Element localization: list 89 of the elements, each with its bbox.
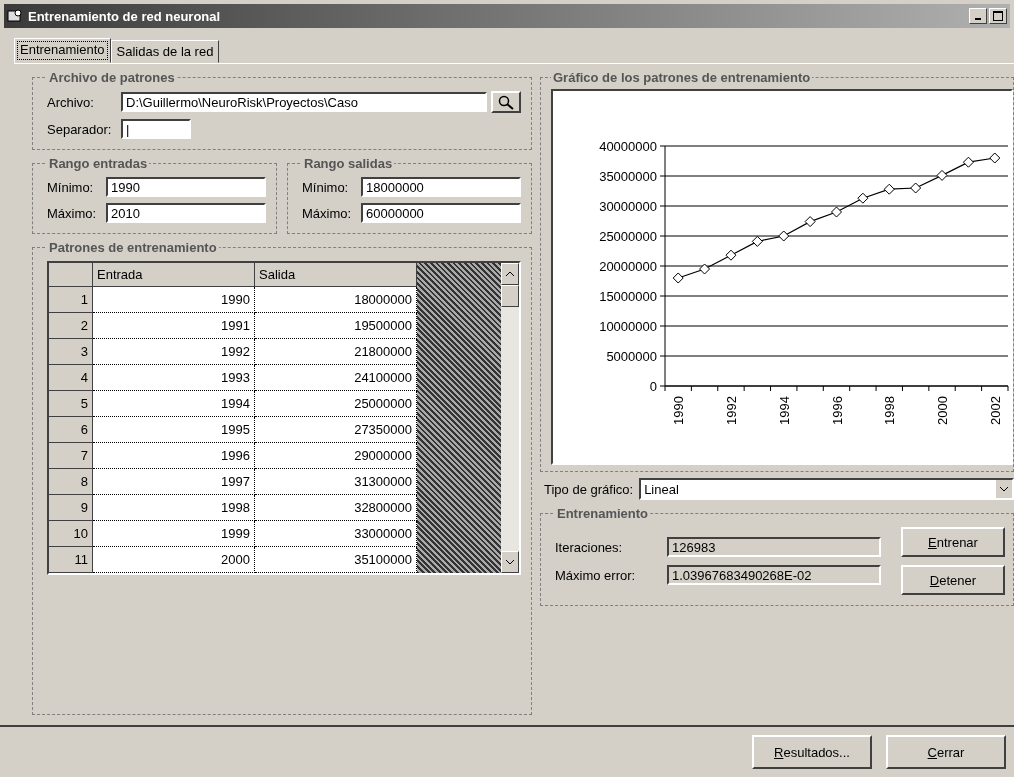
maximize-button[interactable]: [989, 8, 1007, 24]
separator-field[interactable]: |: [121, 119, 191, 139]
table-cell: 1997: [93, 469, 255, 495]
row-header[interactable]: 4: [49, 365, 93, 391]
field-label: Máximo error:: [555, 567, 637, 583]
table-cell: 1990: [93, 287, 255, 313]
minimize-icon: [975, 18, 981, 20]
group-title: Patrones de entrenamiento: [48, 240, 218, 255]
maximum-field[interactable]: 60000000: [361, 203, 521, 223]
tab[interactable]: Salidas de la red: [110, 40, 220, 63]
table-cell: 1994: [93, 391, 255, 417]
y-axis-label: 40000000: [599, 139, 657, 154]
row-header[interactable]: 3: [49, 339, 93, 365]
row-header[interactable]: 11: [49, 547, 93, 573]
minimum-field[interactable]: 1990: [106, 177, 266, 197]
x-axis-label: 1996: [829, 396, 845, 425]
row-header[interactable]: 9: [49, 495, 93, 521]
field-label: Archivo:: [47, 94, 95, 110]
group-title: Rango salidas: [303, 156, 394, 171]
row-header[interactable]: 6: [49, 417, 93, 443]
table-cell: 1996: [93, 443, 255, 469]
field-label: Máximo:: [47, 205, 98, 221]
file-path-field[interactable]: D:\Guillermo\NeuroRisk\Proyectos\Caso: [121, 92, 487, 112]
chart-type-dropdown[interactable]: Lineal: [639, 478, 1014, 500]
column-header[interactable]: Salida: [255, 263, 417, 287]
data-point: [672, 272, 684, 284]
table-cell: 1995: [93, 417, 255, 443]
row-header[interactable]: 5: [49, 391, 93, 417]
y-axis-label: 20000000: [599, 259, 657, 274]
row-header[interactable]: 8: [49, 469, 93, 495]
y-axis-label: 15000000: [599, 289, 657, 304]
x-axis-label: 1992: [723, 396, 739, 425]
x-axis-label: 1990: [671, 396, 687, 425]
field-label: Máximo:: [302, 205, 353, 221]
y-axis-label: 25000000: [599, 229, 657, 244]
data-point: [989, 152, 1001, 164]
x-axis-label: 2002: [987, 396, 1003, 425]
field-label: Tipo de gráfico:: [544, 481, 634, 497]
column-header[interactable]: Entrada: [93, 263, 255, 287]
data-point: [910, 182, 922, 194]
y-axis-label: 35000000: [599, 169, 657, 184]
group-title: Entrenamiento: [556, 506, 649, 521]
data-point: [725, 249, 737, 261]
field-label: Mínimo:: [302, 179, 350, 195]
window-title: Entrenamiento de red neuronal: [28, 8, 221, 24]
max-error-field[interactable]: 1.03967683490268E-02: [667, 565, 881, 585]
field-label: Separador:: [47, 121, 113, 137]
browse-icon: [497, 94, 515, 110]
group-title: Rango entradas: [48, 156, 149, 171]
scroll-down-icon: [505, 559, 515, 565]
field-label: Iteraciones:: [555, 539, 624, 555]
y-axis-label: 30000000: [599, 199, 657, 214]
x-axis-label: 1998: [882, 396, 898, 425]
tab[interactable]: Entrenamiento: [14, 38, 111, 63]
scrollbar[interactable]: [501, 263, 519, 573]
y-axis-label: 10000000: [599, 319, 657, 334]
minimum-field[interactable]: 18000000: [361, 177, 521, 197]
iterations-field[interactable]: 126983: [667, 537, 881, 557]
minimize-button[interactable]: [969, 8, 987, 24]
x-axis-label: 2000: [935, 396, 951, 425]
row-header[interactable]: 2: [49, 313, 93, 339]
table-cell: 1999: [93, 521, 255, 547]
training-button[interactable]: Entrenar: [901, 527, 1005, 557]
y-axis-label: 5000000: [606, 349, 657, 364]
field-label: Mínimo:: [47, 179, 95, 195]
y-axis-label: 0: [649, 379, 657, 394]
footer-button[interactable]: Resultados...: [752, 735, 872, 769]
maximize-icon: [993, 11, 1003, 21]
table-cell: 1992: [93, 339, 255, 365]
data-point: [962, 156, 974, 168]
app-icon: [7, 8, 23, 24]
scroll-up-icon: [505, 271, 515, 277]
footer-button[interactable]: Cerrar: [886, 735, 1006, 769]
table-cell: 1998: [93, 495, 255, 521]
data-point: [883, 183, 895, 195]
table-cell: 2000: [93, 547, 255, 573]
browse-button[interactable]: [491, 91, 521, 113]
table-cell: 1991: [93, 313, 255, 339]
group-title: Archivo de patrones: [48, 70, 176, 85]
table-cell: 1993: [93, 365, 255, 391]
row-header[interactable]: 10: [49, 521, 93, 547]
group-title: Gráfico de los patrones de entrenamiento: [552, 70, 812, 85]
x-axis-label: 1994: [776, 396, 792, 425]
maximum-field[interactable]: 2010: [106, 203, 266, 223]
row-header[interactable]: 1: [49, 287, 93, 313]
data-point: [804, 216, 816, 228]
training-button[interactable]: Detener: [901, 565, 1005, 595]
scroll-thumb[interactable]: [501, 285, 519, 307]
row-header[interactable]: 7: [49, 443, 93, 469]
